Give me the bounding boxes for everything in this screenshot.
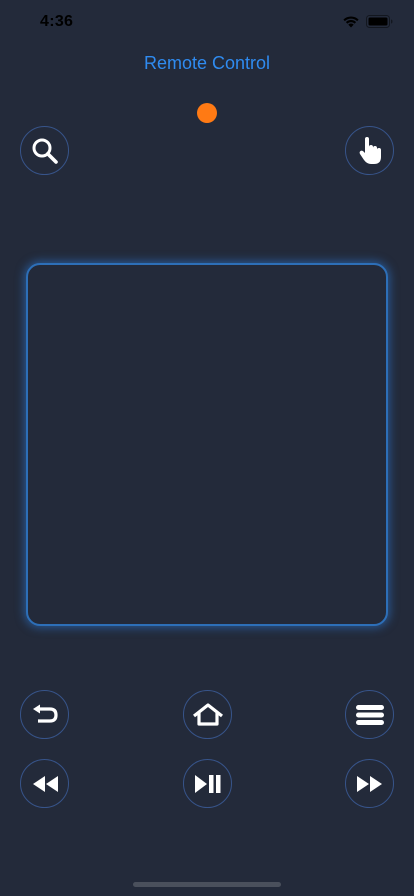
fast-forward-icon (356, 775, 382, 792)
touch-mode-button[interactable] (345, 126, 394, 175)
fast-forward-button[interactable] (345, 759, 394, 808)
play-pause-button[interactable] (183, 759, 232, 808)
rewind-icon (32, 775, 58, 792)
home-icon (192, 702, 223, 726)
remote-control-screen: 4:36 Remote Control (0, 0, 414, 896)
menu-button[interactable] (345, 690, 394, 739)
play-pause-icon (194, 774, 220, 793)
rewind-button[interactable] (20, 759, 69, 808)
home-button[interactable] (183, 690, 232, 739)
back-button[interactable] (20, 690, 69, 739)
page-title: Remote Control (143, 53, 271, 73)
touchpad-area[interactable] (26, 263, 388, 626)
status-time: 4:36 (40, 13, 74, 30)
menu-icon (355, 704, 384, 725)
home-indicator (133, 882, 281, 887)
search-button[interactable] (20, 126, 69, 175)
wifi-icon (343, 16, 359, 28)
search-icon (32, 138, 58, 164)
hand-pointer-icon (359, 136, 381, 164)
connection-status-dot (197, 103, 217, 123)
back-arrow-icon (32, 704, 58, 723)
battery-icon (366, 15, 393, 28)
